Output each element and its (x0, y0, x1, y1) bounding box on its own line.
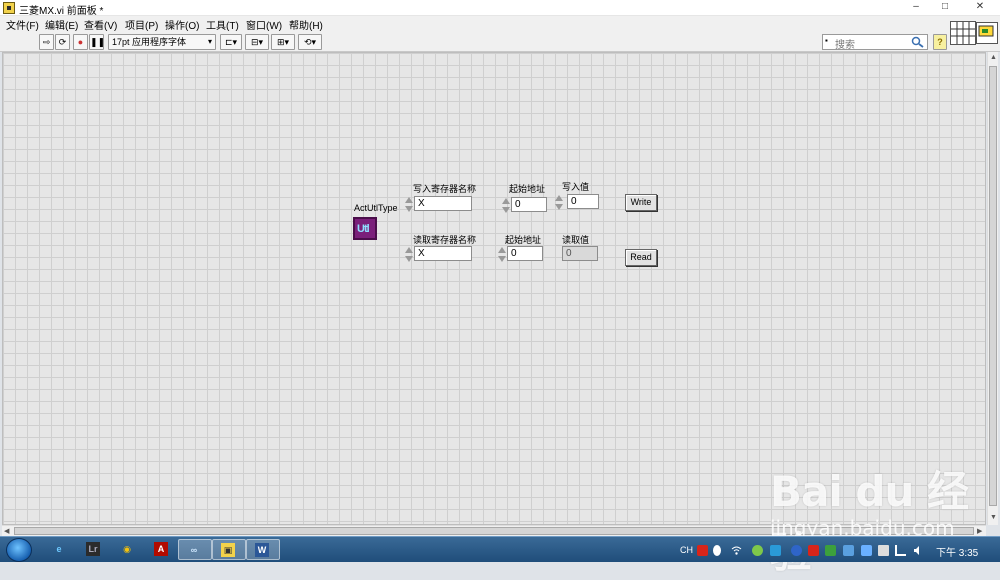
vertical-scrollbar[interactable]: ▲ ▼ (987, 52, 998, 525)
windows-start-icon[interactable] (6, 538, 32, 562)
menu-bar: 文件(F) 编辑(E) 查看(V) 项目(P) 操作(O) 工具(T) 窗口(W… (0, 16, 1000, 32)
volume-icon[interactable] (913, 545, 924, 556)
read-start-input[interactable]: 0 (507, 246, 543, 261)
menu-window[interactable]: 窗口(W) (246, 17, 282, 32)
write-value-label: 写入值 (562, 182, 590, 192)
close-button[interactable]: ✕ (962, 0, 998, 14)
actutl-label: ActUtlType (354, 203, 398, 213)
write-value-input[interactable]: 0 (567, 194, 599, 209)
shield-icon[interactable] (825, 545, 836, 556)
write-start-label: 起始地址 (509, 184, 546, 194)
menu-project[interactable]: 项目(P) (125, 17, 158, 32)
toolbar: ⇨ ⟳ ● ❚❚ 17pt 应用程序字体 ▾ ⊏▾ ⊟▾ ⊞▾ ⟲▾ ▪ 搜索 … (0, 32, 1000, 52)
scroll-up-icon[interactable]: ▲ (990, 54, 997, 61)
write-button[interactable]: Write (625, 194, 657, 211)
font-select-value: 17pt 应用程序字体 (112, 37, 187, 47)
abort-icon[interactable]: ● (73, 34, 88, 50)
vertical-scroll-thumb[interactable] (989, 66, 997, 506)
tray-network-icon[interactable] (791, 545, 802, 556)
scroll-left-icon[interactable]: ◀ (4, 527, 9, 535)
monitor-icon[interactable] (878, 545, 889, 556)
write-value-spinner[interactable] (555, 194, 563, 211)
read-register-input[interactable]: X (414, 246, 472, 261)
tray-info-icon[interactable] (861, 545, 872, 556)
reorder-icon[interactable]: ⟲▾ (298, 34, 322, 50)
search-input[interactable]: ▪ 搜索 (822, 34, 928, 51)
read-value-label: 读取值 (562, 235, 590, 245)
labview-vi-icon (3, 2, 15, 14)
sogou-icon[interactable] (808, 545, 819, 556)
read-start-label: 起始地址 (505, 235, 542, 245)
acrobat-icon[interactable]: A (146, 539, 176, 560)
tray-tool-icon[interactable] (843, 545, 854, 556)
chrome-icon[interactable]: ◉ (112, 539, 142, 560)
write-start-spinner[interactable] (502, 197, 510, 214)
window-title: 三菱MX.vi 前面板 * (19, 6, 104, 17)
labview-icon[interactable]: ▣ (212, 539, 246, 560)
menu-help[interactable]: 帮助(H) (289, 17, 323, 32)
context-help-button[interactable]: ? (933, 34, 947, 50)
read-start-spinner[interactable] (498, 246, 506, 263)
write-register-input[interactable]: X (414, 196, 472, 211)
lightroom-icon[interactable]: Lr (78, 539, 108, 560)
actutl-activex-container[interactable]: Utl (353, 217, 377, 240)
actutl-icon-text: Utl (357, 223, 370, 235)
write-start-input[interactable]: 0 (511, 197, 547, 212)
font-select[interactable]: 17pt 应用程序字体 ▾ (108, 34, 216, 50)
signal-icon[interactable] (895, 545, 906, 556)
front-panel[interactable] (2, 52, 986, 525)
search-placeholder: 搜索 (835, 40, 855, 51)
read-button[interactable]: Read (625, 249, 657, 266)
write-register-label: 写入寄存器名称 (413, 184, 477, 194)
run-continuously-icon[interactable]: ⟳ (55, 34, 70, 50)
run-arrow-icon[interactable]: ⇨ (39, 34, 54, 50)
resize-objects-icon[interactable]: ⊞▾ (271, 34, 295, 50)
pause-icon[interactable]: ❚❚ (89, 34, 105, 50)
sogou-input-icon[interactable] (697, 545, 708, 556)
wifi-icon[interactable] (731, 545, 742, 556)
title-bar: 三菱MX.vi 前面板 * – □ ✕ (0, 0, 1000, 17)
menu-view[interactable]: 查看(V) (84, 17, 117, 32)
wechat-icon[interactable] (752, 545, 763, 556)
menu-edit[interactable]: 编辑(E) (45, 17, 78, 32)
ie-icon[interactable]: e (44, 539, 74, 560)
read-value-indicator: 0 (562, 246, 598, 261)
distribute-objects-icon[interactable]: ⊟▾ (245, 34, 269, 50)
read-register-label: 读取寄存器名称 (413, 235, 477, 245)
maximize-button[interactable]: □ (933, 0, 957, 14)
menu-file[interactable]: 文件(F) (6, 17, 39, 32)
vi-icon[interactable] (976, 22, 998, 44)
tray-app-icon[interactable] (770, 545, 781, 556)
read-register-spinner[interactable] (405, 246, 413, 263)
minimize-button[interactable]: – (904, 0, 928, 14)
write-register-spinner[interactable] (405, 196, 413, 213)
menu-operate[interactable]: 操作(O) (165, 17, 199, 32)
word-icon[interactable]: W (246, 539, 280, 560)
taskbar-clock[interactable]: 下午 3:35 (936, 544, 978, 559)
tray-settings-icon[interactable] (713, 545, 721, 556)
search-icon (911, 36, 924, 48)
language-indicator[interactable]: CH (680, 545, 693, 555)
connector-pane-icon[interactable] (950, 21, 976, 45)
infinity-icon[interactable]: ∞ (178, 539, 212, 560)
chevron-down-icon: ▾ (207, 37, 212, 46)
menu-tools[interactable]: 工具(T) (206, 17, 239, 32)
taskbar: e Lr ◉ A ∞ ▣ W CH 下午 3:35 (0, 536, 1000, 562)
align-objects-icon[interactable]: ⊏▾ (220, 34, 242, 50)
search-scope-icon: ▪ (825, 36, 828, 45)
